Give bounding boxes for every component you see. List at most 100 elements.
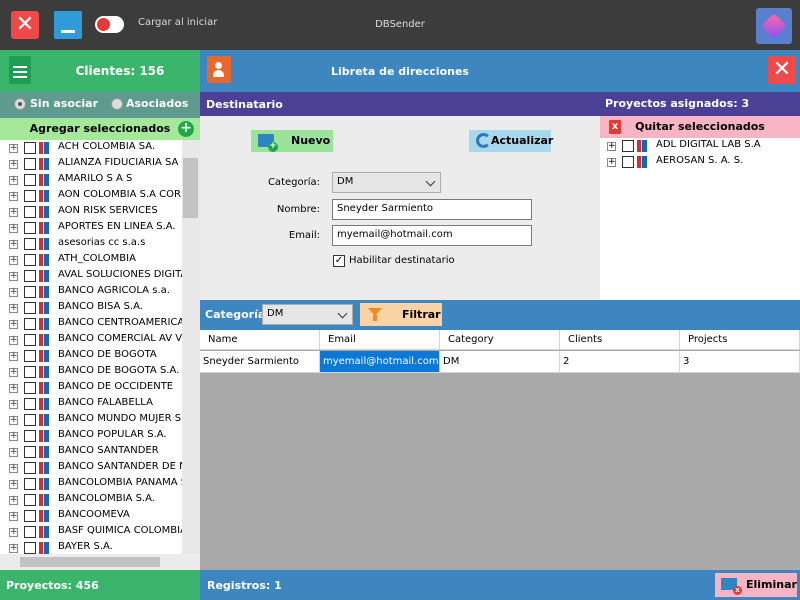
list-item[interactable]: + BANCOLOMBIA S.A. [0,492,182,508]
table-cell-clients[interactable]: 2 [560,351,680,373]
list-item[interactable]: + ATH_COLOMBIA [0,252,182,268]
expand-icon[interactable]: + [9,528,18,537]
list-item[interactable]: + AON RISK SERVICES [0,204,182,220]
client-checkbox[interactable] [24,158,36,170]
client-checkbox[interactable] [24,526,36,538]
project-checkbox[interactable] [622,156,634,168]
name-field[interactable]: Sneyder Sarmiento [332,199,532,220]
expand-icon[interactable]: + [9,384,18,393]
list-item[interactable]: + BANCO SANTANDER DE N [0,460,182,476]
list-item[interactable]: + BANCO CENTROAMERICANO [0,316,182,332]
filter-category-select[interactable]: DM [262,304,353,325]
client-checkbox[interactable] [24,478,36,490]
panel-close-button[interactable]: ✕ [768,56,796,84]
client-checkbox[interactable] [24,174,36,186]
expand-icon[interactable]: + [9,512,18,521]
expand-icon[interactable]: + [9,240,18,249]
expand-icon[interactable]: + [9,256,18,265]
expand-icon[interactable]: + [9,304,18,313]
expand-icon[interactable]: + [9,144,18,153]
enable-recipient-label[interactable]: Habilitar destinatario [349,255,455,266]
radio-sin-asociar[interactable] [14,98,26,110]
expand-icon[interactable]: + [9,416,18,425]
expand-icon[interactable]: + [9,544,18,553]
column-header-name[interactable]: Name [200,330,320,350]
client-checkbox[interactable] [24,366,36,378]
expand-icon[interactable]: + [9,336,18,345]
table-cell-name[interactable]: Sneyder Sarmiento [200,351,320,373]
assigned-projects-tree[interactable]: + ADL DIGITAL LAB S.A + AEROSAN S. A. S. [600,138,800,300]
list-item[interactable]: + BANCO DE BOGOTA [0,348,182,364]
expand-icon[interactable]: + [9,320,18,329]
list-item[interactable]: + AEROSAN S. A. S. [600,154,800,170]
spreadsheet-icon[interactable] [9,56,31,84]
clients-horizontal-scrollbar[interactable] [0,554,200,570]
add-circle-icon[interactable]: + [178,121,194,137]
column-header-projects[interactable]: Projects [680,330,800,350]
expand-icon[interactable]: + [9,448,18,457]
expand-icon[interactable]: + [9,208,18,217]
list-item[interactable]: + AON COLOMBIA S.A CORREDORES [0,188,182,204]
expand-icon[interactable]: + [9,496,18,505]
expand-icon[interactable]: + [9,176,18,185]
clients-vertical-scrollbar[interactable] [182,140,200,554]
expand-icon[interactable]: + [9,160,18,169]
column-header-category[interactable]: Category [440,330,560,350]
list-item[interactable]: + AMARILO S A S [0,172,182,188]
refresh-button[interactable]: Actualizar [469,130,553,152]
category-select[interactable]: DM [332,172,441,193]
expand-icon[interactable]: + [9,272,18,281]
list-item[interactable]: + AVAL SOLUCIONES DIGITALES [0,268,182,284]
list-item[interactable]: + BANCO FALABELLA [0,396,182,412]
list-item[interactable]: + BANCO SANTANDER [0,444,182,460]
client-checkbox[interactable] [24,238,36,250]
remove-selected-bar[interactable]: x Quitar seleccionados [600,116,800,138]
list-item[interactable]: + BANCOOMEVA [0,508,182,524]
client-checkbox[interactable] [24,462,36,474]
radio-asociados-label[interactable]: Asociados [126,97,188,110]
client-checkbox[interactable] [24,350,36,362]
scrollbar-thumb[interactable] [183,158,198,218]
list-item[interactable]: + BANCO DE OCCIDENTE [0,380,182,396]
client-checkbox[interactable] [24,286,36,298]
table-cell-projects[interactable]: 3 [680,351,800,373]
enable-recipient-checkbox[interactable]: ✓ [333,255,345,267]
client-checkbox[interactable] [24,318,36,330]
list-item[interactable]: + BANCO COMERCIAL AV VILLAS [0,332,182,348]
list-item[interactable]: + APORTES EN LINEA S.A. [0,220,182,236]
expand-icon[interactable]: + [607,142,616,151]
list-item[interactable]: + asesorias cc s.a.s [0,236,182,252]
expand-icon[interactable]: + [9,432,18,441]
expand-icon[interactable]: + [9,464,18,473]
delete-button[interactable]: Eliminar [715,573,797,597]
list-item[interactable]: + BANCO MUNDO MUJER S. [0,412,182,428]
list-item[interactable]: + ALIANZA FIDUCIARIA SA [0,156,182,172]
expand-icon[interactable]: + [9,368,18,377]
filter-button[interactable]: Filtrar [360,303,442,326]
add-selected-bar[interactable]: Agregar seleccionados + [0,118,200,140]
column-header-clients[interactable]: Clients [560,330,680,350]
scrollbar-thumb[interactable] [20,557,160,567]
client-checkbox[interactable] [24,414,36,426]
app-logo-icon[interactable] [756,8,792,44]
client-checkbox[interactable] [24,270,36,282]
expand-icon[interactable]: + [9,224,18,233]
client-checkbox[interactable] [24,494,36,506]
expand-icon[interactable]: + [9,400,18,409]
client-checkbox[interactable] [24,430,36,442]
expand-icon[interactable]: + [9,192,18,201]
client-checkbox[interactable] [24,542,36,554]
client-checkbox[interactable] [24,398,36,410]
client-checkbox[interactable] [24,302,36,314]
clients-tree[interactable]: + ACH COLOMBIA SA. + ALIANZA FIDUCIARIA SA +… [0,140,182,554]
list-item[interactable]: + ACH COLOMBIA SA. [0,140,182,156]
radio-asociados[interactable] [111,98,123,110]
client-checkbox[interactable] [24,142,36,154]
list-item[interactable]: + BANCOLOMBIA PANAMA SA [0,476,182,492]
client-checkbox[interactable] [24,446,36,458]
client-checkbox[interactable] [24,510,36,522]
table-cell-email[interactable]: myemail@hotmail.com [320,351,440,373]
expand-icon[interactable]: + [9,288,18,297]
column-header-email[interactable]: Email [320,330,440,350]
radio-sin-asociar-label[interactable]: Sin asociar [30,97,98,110]
